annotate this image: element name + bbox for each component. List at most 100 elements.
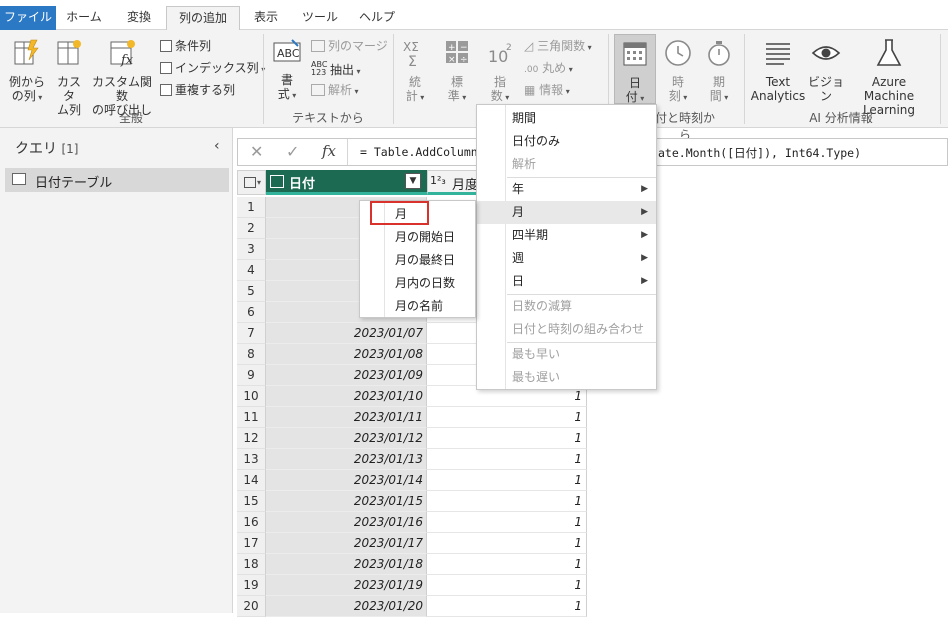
tab-help[interactable]: ヘルプ bbox=[350, 6, 404, 30]
date-cell[interactable]: 2023/01/09 bbox=[266, 365, 427, 386]
tab-home[interactable]: ホーム bbox=[57, 6, 111, 30]
menu-item-date-only[interactable]: 日付のみ bbox=[477, 130, 656, 153]
date-cell[interactable]: 2023/01/16 bbox=[266, 512, 427, 533]
row-number[interactable]: 5 bbox=[237, 281, 266, 302]
menu-item-latest[interactable]: 最も遅い bbox=[477, 366, 656, 389]
row-number[interactable]: 18 bbox=[237, 554, 266, 575]
duration-button[interactable]: 期 間 ▾ bbox=[702, 38, 736, 105]
month-cell[interactable]: 1 bbox=[427, 512, 587, 533]
extract-button[interactable]: ABC 123 抽出 ▾ bbox=[311, 61, 361, 79]
submenu-item-end-of-month[interactable]: 月の最終日 bbox=[360, 249, 475, 272]
date-cell[interactable]: 2023/01/14 bbox=[266, 470, 427, 491]
menu-item-combine-date-time[interactable]: 日付と時刻の組み合わせ bbox=[477, 318, 656, 341]
column-header-date[interactable]: 日付 ▼ bbox=[266, 170, 427, 195]
standard-button[interactable]: + − × ÷ 標 準 ▾ bbox=[440, 38, 474, 105]
formula-text[interactable]: = Table.AddColumn( bbox=[360, 145, 485, 159]
row-number[interactable]: 15 bbox=[237, 491, 266, 512]
row-number[interactable]: 14 bbox=[237, 470, 266, 491]
tab-view[interactable]: 表示 bbox=[241, 6, 291, 30]
row-number[interactable]: 1 bbox=[237, 197, 266, 218]
cancel-formula-icon[interactable]: ✕ bbox=[250, 142, 263, 161]
trigonometry-button[interactable]: ◿ 三角関数 ▾ bbox=[524, 39, 592, 55]
date-cell[interactable]: 2023/01/17 bbox=[266, 533, 427, 554]
text-analytics-button[interactable]: Text Analytics bbox=[750, 38, 806, 103]
row-number[interactable]: 19 bbox=[237, 575, 266, 596]
date-button[interactable]: 日 付 ▾ bbox=[614, 34, 656, 104]
date-cell[interactable]: 2023/01/13 bbox=[266, 449, 427, 470]
month-cell[interactable]: 1 bbox=[427, 596, 587, 617]
row-number[interactable]: 16 bbox=[237, 512, 266, 533]
index-column-button[interactable]: インデックス列 ▾ bbox=[160, 61, 265, 77]
date-cell[interactable]: 2023/01/11 bbox=[266, 407, 427, 428]
row-number[interactable]: 6 bbox=[237, 302, 266, 323]
table-row[interactable]: 16 2023/01/16 1 bbox=[237, 512, 587, 533]
date-cell[interactable]: 2023/01/07 bbox=[266, 323, 427, 344]
row-number[interactable]: 9 bbox=[237, 365, 266, 386]
menu-item-earliest[interactable]: 最も早い bbox=[477, 343, 656, 366]
row-number[interactable]: 10 bbox=[237, 386, 266, 407]
table-row[interactable]: 11 2023/01/11 1 bbox=[237, 407, 587, 428]
row-number[interactable]: 11 bbox=[237, 407, 266, 428]
format-button[interactable]: ABC 書 式 ▾ bbox=[270, 38, 304, 103]
row-number[interactable]: 13 bbox=[237, 449, 266, 470]
statistics-button[interactable]: XΣ Σ 統 計 ▾ bbox=[398, 38, 432, 105]
time-button[interactable]: 時 刻 ▾ bbox=[661, 38, 695, 105]
table-row[interactable]: 20 2023/01/20 1 bbox=[237, 596, 587, 617]
vision-button[interactable]: ビジョ ン bbox=[808, 38, 844, 103]
month-cell[interactable]: 1 bbox=[427, 470, 587, 491]
date-cell[interactable]: 2023/01/20 bbox=[266, 596, 427, 617]
tab-file[interactable]: ファイル bbox=[0, 6, 56, 30]
submenu-item-start-of-month[interactable]: 月の開始日 bbox=[360, 226, 475, 249]
table-row[interactable]: 18 2023/01/18 1 bbox=[237, 554, 587, 575]
date-cell[interactable]: 2023/01/19 bbox=[266, 575, 427, 596]
table-row[interactable]: 17 2023/01/17 1 bbox=[237, 533, 587, 554]
column-from-examples-button[interactable]: 例から の列 ▾ bbox=[6, 38, 48, 105]
month-cell[interactable]: 1 bbox=[427, 575, 587, 596]
date-cell[interactable]: 2023/01/08 bbox=[266, 344, 427, 365]
table-row[interactable]: 19 2023/01/19 1 bbox=[237, 575, 587, 596]
duplicate-column-button[interactable]: 重複する列 bbox=[160, 83, 235, 97]
parse-button[interactable]: 解析 ▾ bbox=[311, 83, 359, 99]
tab-add-column[interactable]: 列の追加 bbox=[166, 6, 240, 31]
month-cell[interactable]: 1 bbox=[427, 428, 587, 449]
submenu-item-days-in-month[interactable]: 月内の日数 bbox=[360, 272, 475, 295]
azure-ml-button[interactable]: Azure Machine Learning bbox=[847, 38, 931, 117]
month-cell[interactable]: 1 bbox=[427, 491, 587, 512]
rounding-button[interactable]: .00 丸め ▾ bbox=[524, 61, 573, 77]
row-number[interactable]: 8 bbox=[237, 344, 266, 365]
query-item-date-table[interactable]: 日付テーブル bbox=[5, 168, 229, 192]
tab-tools[interactable]: ツール bbox=[293, 6, 347, 30]
collapse-pane-icon[interactable]: ‹ bbox=[214, 138, 220, 154]
table-row[interactable]: 14 2023/01/14 1 bbox=[237, 470, 587, 491]
month-cell[interactable]: 1 bbox=[427, 533, 587, 554]
date-cell[interactable]: 2023/01/18 bbox=[266, 554, 427, 575]
menu-item-month[interactable]: 月 ▶ bbox=[477, 201, 656, 224]
month-cell[interactable]: 1 bbox=[427, 407, 587, 428]
menu-item-parse[interactable]: 解析 bbox=[477, 153, 656, 176]
date-cell[interactable]: 2023/01/15 bbox=[266, 491, 427, 512]
conditional-column-button[interactable]: 条件列 bbox=[160, 39, 211, 53]
scientific-button[interactable]: 10 2 指 数 ▾ bbox=[483, 38, 517, 105]
row-number[interactable]: 17 bbox=[237, 533, 266, 554]
table-row[interactable]: 12 2023/01/12 1 bbox=[237, 428, 587, 449]
invoke-custom-function-button[interactable]: fx カスタム関数 の呼び出し bbox=[90, 38, 154, 117]
menu-item-week[interactable]: 週 ▶ bbox=[477, 247, 656, 270]
row-number[interactable]: 4 bbox=[237, 260, 266, 281]
row-number[interactable]: 7 bbox=[237, 323, 266, 344]
menu-item-day[interactable]: 日 ▶ bbox=[477, 270, 656, 293]
date-cell[interactable]: 2023/01/10 bbox=[266, 386, 427, 407]
menu-item-year[interactable]: 年 ▶ bbox=[477, 178, 656, 201]
menu-item-quarter[interactable]: 四半期 ▶ bbox=[477, 224, 656, 247]
menu-item-subtract-days[interactable]: 日数の減算 bbox=[477, 295, 656, 318]
row-number[interactable]: 3 bbox=[237, 239, 266, 260]
commit-formula-icon[interactable]: ✓ bbox=[286, 142, 299, 161]
column-filter-button[interactable]: ▼ bbox=[405, 173, 421, 189]
tab-transform[interactable]: 変換 bbox=[112, 6, 166, 30]
row-number[interactable]: 12 bbox=[237, 428, 266, 449]
submenu-item-month-name[interactable]: 月の名前 bbox=[360, 295, 475, 318]
date-cell[interactable]: 2023/01/12 bbox=[266, 428, 427, 449]
row-number[interactable]: 20 bbox=[237, 596, 266, 617]
custom-column-button[interactable]: カスタ ム列 bbox=[52, 38, 86, 117]
month-cell[interactable]: 1 bbox=[427, 554, 587, 575]
merge-columns-button[interactable]: 列のマージ bbox=[311, 39, 388, 53]
